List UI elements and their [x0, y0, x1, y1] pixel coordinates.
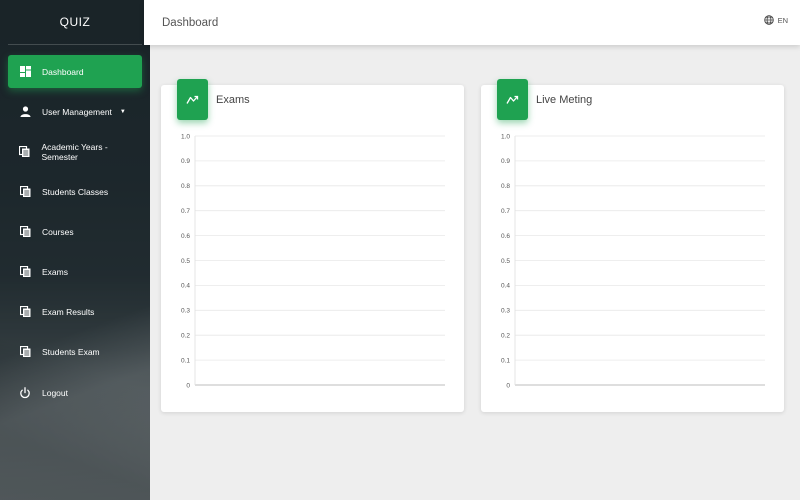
exams-line-chart: 1.0 0.9 0.8 0.7 0.6 0.5 0.4 0.3 0.2 0.1 0: [181, 133, 445, 389]
sidebar-item-exams[interactable]: Exams: [8, 255, 142, 288]
person-icon: [19, 106, 31, 118]
y-tick-label: 0.7: [181, 208, 190, 215]
y-tick-label: 0.3: [181, 308, 190, 315]
copy-icon: [19, 306, 31, 318]
sidebar-item-dashboard[interactable]: Dashboard: [8, 55, 142, 88]
brand-logo[interactable]: QUIZ: [8, 0, 142, 45]
y-tick-label: 0.8: [501, 183, 510, 190]
y-tick-label: 0.5: [181, 258, 190, 265]
sidebar-item-user-management[interactable]: User Management ▼: [8, 95, 142, 128]
sidebar-item-exam-results[interactable]: Exam Results: [8, 295, 142, 328]
sidebar-item-label: Courses: [42, 226, 74, 237]
y-tick-label: 0.7: [501, 208, 510, 215]
power-icon: [19, 386, 31, 399]
sidebar-item-logout[interactable]: Logout: [8, 376, 142, 409]
dashboard-icon: [19, 66, 31, 78]
sidebar-item-courses[interactable]: Courses: [8, 215, 142, 248]
sidebar-item-label: Academic Years - Semester: [41, 141, 108, 162]
copy-icon: [19, 186, 31, 198]
top-bar: Dashboard EN: [144, 0, 800, 45]
sidebar-item-label: Logout: [42, 387, 68, 398]
y-tick-label: 0.1: [181, 357, 190, 364]
language-label: EN: [777, 15, 788, 25]
copy-icon: [19, 226, 31, 238]
exams-chart-card: Exams 1.0 0.9 0.8 0.7 0.6 0.5 0.4 0.3 0.2 0.1 0: [161, 79, 464, 412]
chevron-down-icon[interactable]: ▼: [120, 109, 126, 115]
y-tick-label: 1.0: [181, 133, 190, 140]
sidebar: QUIZ Dashboard User Management ▼ Academi…: [0, 0, 150, 500]
language-selector[interactable]: EN: [763, 15, 788, 25]
sidebar-item-label: User Management: [42, 106, 112, 117]
y-tick-label: 0.2: [501, 333, 510, 340]
y-tick-label: 0.8: [181, 183, 190, 190]
y-tick-label: 0.2: [181, 333, 190, 340]
y-tick-label: 0.6: [181, 233, 190, 240]
y-tick-label: 0.4: [501, 283, 510, 290]
sidebar-item-label: Students Classes: [42, 186, 109, 197]
y-tick-label: 0.1: [501, 357, 510, 364]
y-tick-label: 0.3: [501, 308, 510, 315]
sidebar-item-students-classes[interactable]: Students Classes: [8, 175, 142, 208]
sidebar-item-label: Exam Results: [42, 306, 95, 317]
y-tick-label: 0.6: [501, 233, 510, 240]
copy-icon: [19, 146, 31, 158]
sidebar-item-label: Dashboard: [42, 66, 84, 77]
sidebar-item-label: Students Exam: [42, 346, 100, 357]
live-meting-line-chart: 1.0 0.9 0.8 0.7 0.6 0.5 0.4 0.3 0.2 0.1 0: [501, 133, 765, 389]
y-tick-label: 0: [506, 382, 510, 389]
copy-icon: [19, 266, 31, 278]
y-tick-label: 0.5: [501, 258, 510, 265]
page-title: Dashboard: [162, 16, 219, 29]
y-tick-label: 0.9: [501, 158, 510, 165]
sidebar-item-students-exam[interactable]: Students Exam: [8, 335, 142, 368]
sidebar-nav: Dashboard User Management ▼ Academic Yea…: [0, 55, 150, 409]
y-tick-label: 0: [186, 382, 190, 389]
y-tick-label: 1.0: [501, 133, 510, 140]
live-meting-chart-card: Live Meting 1.0 0.9 0.8 0.7 0.6 0.5 0.4 0.3 0.2 0…: [481, 79, 784, 412]
globe-icon: [763, 15, 774, 25]
copy-icon: [19, 346, 31, 358]
sidebar-item-academic-years[interactable]: Academic Years - Semester: [8, 135, 142, 168]
y-tick-label: 0.9: [181, 158, 190, 165]
y-tick-label: 0.4: [181, 283, 190, 290]
sidebar-item-label: Exams: [42, 266, 68, 277]
